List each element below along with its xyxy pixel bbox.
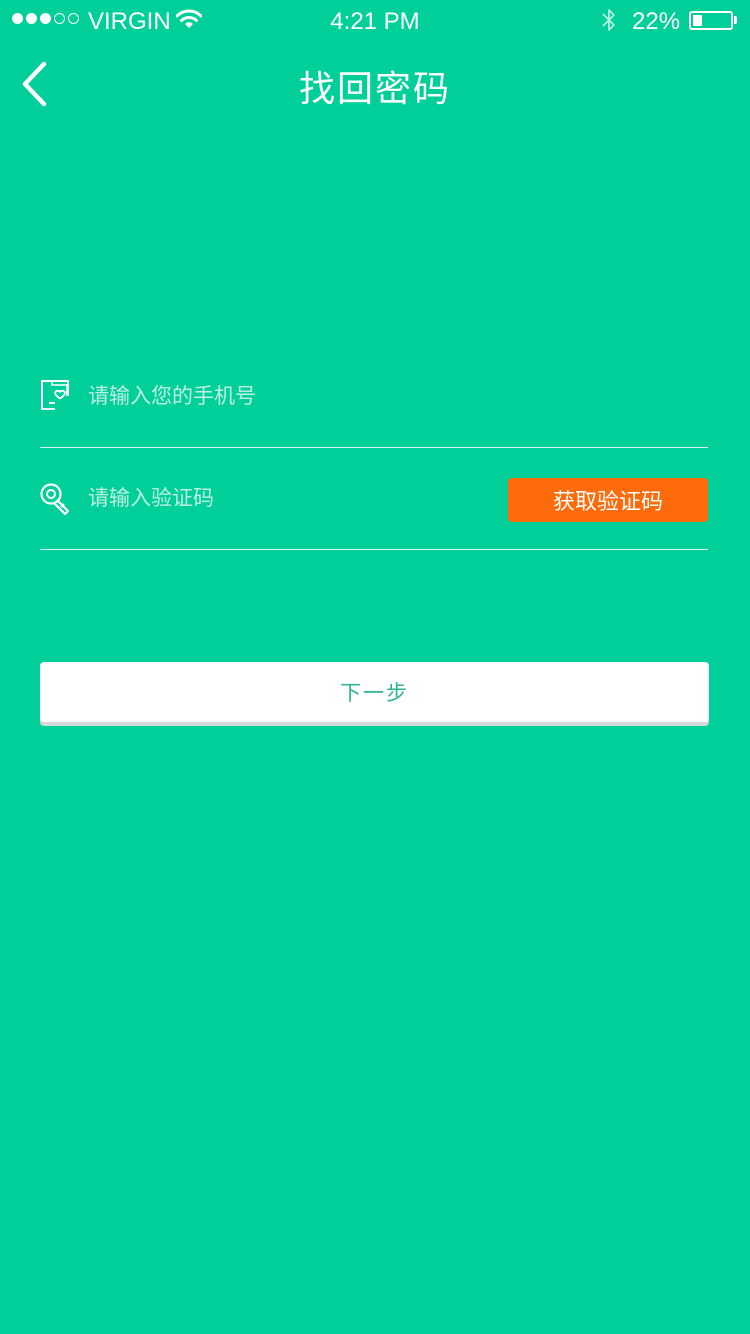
phone-row — [40, 348, 708, 448]
verification-code-input[interactable] — [88, 476, 488, 520]
battery-icon — [689, 11, 733, 30]
battery-percent: 22% — [632, 8, 681, 35]
battery-nub — [734, 16, 737, 24]
phone-input[interactable] — [88, 374, 688, 418]
page-title: 找回密码 — [298, 69, 451, 110]
next-step-button[interactable]: 下一步 — [40, 662, 709, 722]
key-icon — [40, 483, 70, 516]
get-code-button[interactable]: 获取验证码 — [508, 478, 708, 522]
battery-fill — [693, 15, 702, 26]
phone-icon — [41, 380, 69, 410]
verification-code-row: 获取验证码 — [40, 450, 708, 550]
status-bar: VIRGIN 4:21 PM 22% — [0, 0, 750, 40]
bluetooth-icon — [602, 9, 615, 31]
